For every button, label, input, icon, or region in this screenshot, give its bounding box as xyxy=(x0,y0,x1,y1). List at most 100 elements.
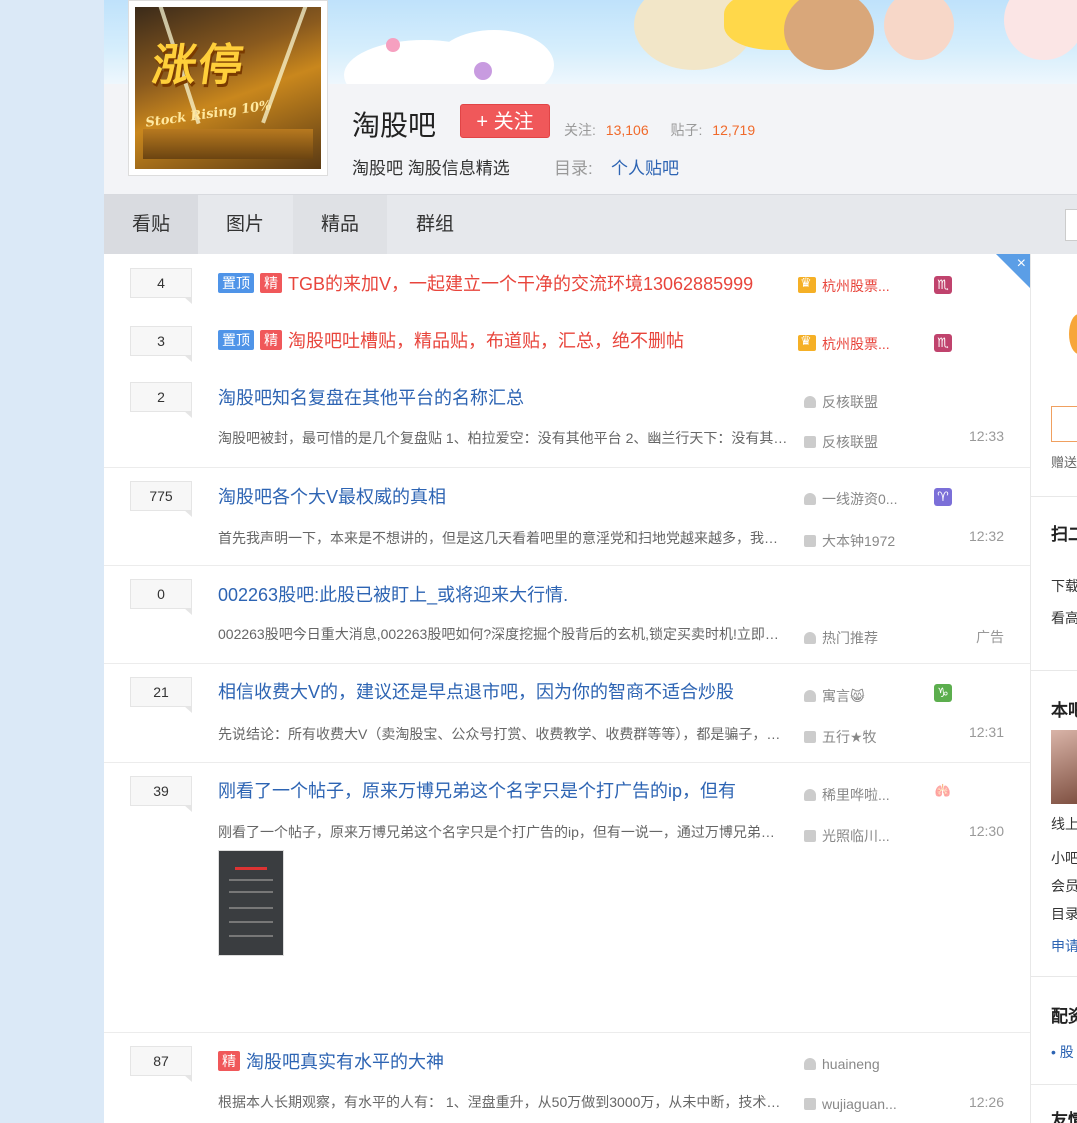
author-name[interactable]: 杭州股票... xyxy=(822,336,890,352)
reply-icon xyxy=(804,436,816,448)
forum-avatar[interactable]: 涨停 Stock Rising 10% xyxy=(128,0,328,176)
last-reply-time: 12:26 xyxy=(968,1094,1004,1110)
forum-owner-avatar[interactable] xyxy=(1051,730,1077,804)
thread-author[interactable]: 稀里哗啦... xyxy=(804,785,890,805)
replier-name[interactable]: 反核联盟 xyxy=(822,434,878,450)
reply-icon xyxy=(804,1098,816,1110)
thread-title[interactable]: 相信收费大V的，建议还是早点退市吧，因为你的智商不适合炒股 xyxy=(218,678,734,704)
avatar-logo-subtext: Stock Rising 10% xyxy=(144,98,273,131)
last-reply-time: 12:30 xyxy=(968,823,1004,839)
post-thumbnail-image[interactable] xyxy=(218,850,284,956)
last-replier[interactable]: 热门推荐 xyxy=(804,628,878,648)
author-name[interactable]: 寓言😸 xyxy=(822,688,865,704)
author-name[interactable]: 反核联盟 xyxy=(822,394,878,410)
thread-row[interactable]: 775 淘股吧各个大V最权威的真相 一线游资0... ♈ 首先我声明一下，本来是… xyxy=(104,467,1030,566)
replier-name[interactable]: 五行★牧 xyxy=(822,729,877,745)
search-input[interactable] xyxy=(1065,209,1077,241)
scan-section-title: 扫二 xyxy=(1051,525,1077,544)
apply-link[interactable]: 申请 xyxy=(1051,936,1077,956)
user-icon xyxy=(804,789,816,801)
last-replier[interactable]: 五行★牧 xyxy=(804,727,877,747)
author-name[interactable]: 稀里哗啦... xyxy=(822,787,890,803)
posts-count: 12,719 xyxy=(712,122,756,138)
thread-title-text[interactable]: 淘股吧真实有水平的大神 xyxy=(246,1052,444,1072)
followers-label: 关注: xyxy=(564,122,596,138)
reply-count: 4 xyxy=(130,268,192,304)
ad-label: 广告 xyxy=(976,629,1004,645)
thread-row[interactable]: 2 淘股吧知名复盘在其他平台的名称汇总 反核联盟 淘股吧被封，最可惜的是几个复盘… xyxy=(104,368,1030,468)
cartoon-character xyxy=(1004,0,1077,60)
thread-author[interactable]: 杭州股票... xyxy=(798,333,890,354)
replier-name[interactable]: 大本钟1972 xyxy=(822,533,895,549)
avatar-logo-text: 涨停 xyxy=(148,40,248,91)
thread-author[interactable]: huaineng xyxy=(804,1056,880,1072)
author-name[interactable]: huaineng xyxy=(822,1056,880,1072)
user-icon xyxy=(804,690,816,702)
thread-title[interactable]: 精淘股吧真实有水平的大神 xyxy=(218,1048,444,1074)
forum-slogan: 淘股吧 淘股信息精选 xyxy=(352,159,510,178)
thread-excerpt: 002263股吧今日重大消息,002263股吧如何?深度挖掘个股背后的玄机,锁定… xyxy=(218,626,788,642)
featured-badge: 精 xyxy=(260,330,282,350)
forum-stats: 关注: 13,106 贴子: 12,719 xyxy=(564,120,755,140)
author-name[interactable]: 杭州股票... xyxy=(822,278,890,294)
thread-title[interactable]: 淘股吧各个大V最权威的真相 xyxy=(218,483,446,509)
thread-title-text[interactable]: TGB的来加V，一起建立一个干净的交流环境13062885999 xyxy=(288,274,753,294)
thread-author[interactable]: 反核联盟 xyxy=(804,392,878,412)
last-reply-time: 12:31 xyxy=(968,724,1004,740)
forum-title: 淘股吧 xyxy=(352,110,437,141)
thread-author[interactable]: 寓言😸 xyxy=(804,686,865,706)
reply-count: 39 xyxy=(130,776,192,812)
thread-excerpt: 淘股吧被封，最可惜的是几个复盘贴 1、柏拉爱空：没有其他平台 2、幽兰行天下：没… xyxy=(218,430,788,446)
capricorn-icon: ♑ xyxy=(934,684,952,702)
members-text: 会员 xyxy=(1051,878,1077,894)
author-name[interactable]: 一线游资0... xyxy=(822,491,897,507)
directory-link[interactable]: 个人贴吧 xyxy=(611,154,679,179)
reply-count: 21 xyxy=(130,677,192,713)
thread-row[interactable]: 4 置顶精 TGB的来加V，一起建立一个干净的交流环境13062885999 杭州… xyxy=(104,254,1030,312)
thread-title[interactable]: 淘股吧知名复盘在其他平台的名称汇总 xyxy=(218,384,524,410)
featured-badge: 精 xyxy=(218,1051,240,1071)
replier-name[interactable]: wujiaguan... xyxy=(822,1096,897,1112)
bubble-decoration xyxy=(474,62,492,80)
bubble-decoration xyxy=(386,38,400,52)
thread-excerpt: 首先我声明一下，本来是不想讲的，但是这几天看着吧里的意淫党和扫地党越来越多，我觉… xyxy=(218,530,788,546)
thread-title[interactable]: 置顶精 TGB的来加V，一起建立一个干净的交流环境13062885999 xyxy=(218,270,753,296)
thread-title[interactable]: 002263股吧:此股已被盯上_或将迎来大行情. xyxy=(218,581,568,607)
user-icon xyxy=(804,396,816,408)
stock-link[interactable]: • 股 xyxy=(1051,1042,1074,1062)
follow-button[interactable]: + 关注 xyxy=(460,104,550,138)
admin-text: 小吧 xyxy=(1051,850,1077,866)
thread-row-ad[interactable]: 0 002263股吧:此股已被盯上_或将迎来大行情. 002263股吧今日重大消… xyxy=(104,565,1030,664)
tab-images[interactable]: 图片 xyxy=(198,195,292,254)
thread-excerpt: 根据本人长期观察，有水平的人有： 1、涅盘重升，从50万做到3000万，从未中断… xyxy=(218,1094,788,1110)
tab-posts[interactable]: 看贴 xyxy=(104,195,198,254)
sign-in-button[interactable] xyxy=(1051,406,1077,442)
right-sidebar: 赠送 扫二 下载 看高 本吧 线上 小吧 会员 目录 申请 配资 • 股 友情 xyxy=(1030,254,1077,1123)
last-replier[interactable]: wujiaguan... xyxy=(804,1096,897,1112)
last-reply-time: 12:33 xyxy=(968,428,1004,444)
last-replier[interactable]: 大本钟1972 xyxy=(804,531,895,551)
tab-groups[interactable]: 群组 xyxy=(388,195,482,254)
thread-row[interactable]: 39 刚看了一个帖子，原来万博兄弟这个名字只是个打广告的ip，但有 稀里哗啦..… xyxy=(104,762,1030,1033)
read-text: 看高 xyxy=(1051,610,1077,626)
replier-name[interactable]: 光照临川... xyxy=(822,828,890,844)
directory-label: 目录: xyxy=(554,159,593,178)
online-text: 线上 xyxy=(1051,816,1077,832)
crown-icon xyxy=(798,275,816,293)
thread-title[interactable]: 刚看了一个帖子，原来万博兄弟这个名字只是个打广告的ip，但有 xyxy=(218,777,736,803)
tab-featured[interactable]: 精品 xyxy=(293,195,387,254)
aries-icon: ♈ xyxy=(934,488,952,506)
thread-row[interactable]: 21 相信收费大V的，建议还是早点退市吧，因为你的智商不适合炒股 寓言😸 ♑ 先… xyxy=(104,663,1030,763)
last-replier[interactable]: 反核联盟 xyxy=(804,432,878,452)
replier-name[interactable]: 热门推荐 xyxy=(822,630,878,646)
user-icon xyxy=(804,632,816,644)
thread-row[interactable]: 3 置顶精淘股吧吐槽贴，精品贴，布道贴，汇总，绝不删帖 杭州股票... ♏ xyxy=(104,312,1030,368)
thread-title[interactable]: 置顶精淘股吧吐槽贴，精品贴，布道贴，汇总，绝不删帖 xyxy=(218,327,684,353)
thread-title-text[interactable]: 淘股吧吐槽贴，精品贴，布道贴，汇总，绝不删帖 xyxy=(288,331,684,351)
thread-author[interactable]: 杭州股票... xyxy=(798,275,890,296)
bear-character xyxy=(784,0,874,70)
thread-row[interactable]: 87 精淘股吧真实有水平的大神 huaineng 根据本人长期观察，有水平的人有… xyxy=(104,1032,1030,1123)
forum-tabs: 看贴 图片 精品 群组 xyxy=(104,194,1077,254)
last-replier[interactable]: 光照临川... xyxy=(804,826,890,846)
thread-author[interactable]: 一线游资0... xyxy=(804,489,897,509)
